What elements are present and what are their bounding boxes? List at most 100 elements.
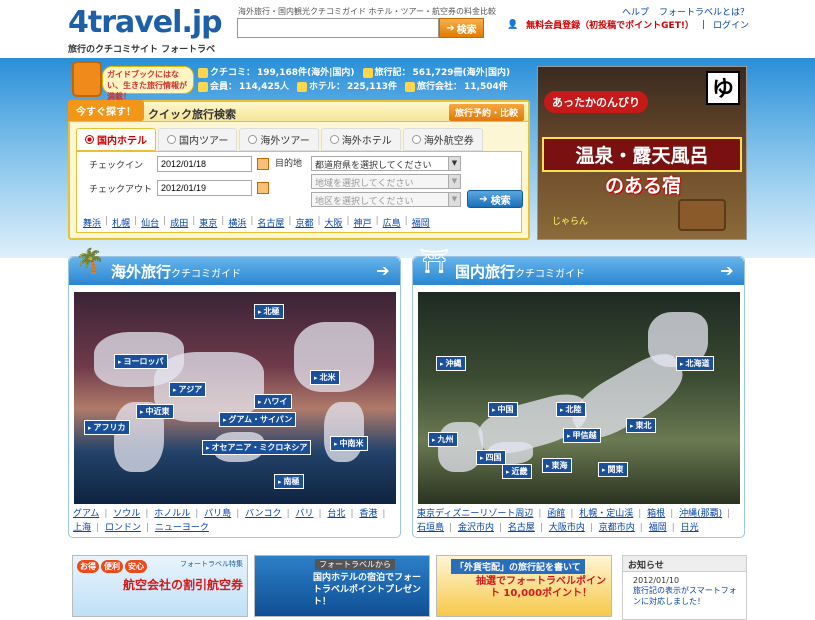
region-label-antarctica[interactable]: 南極: [274, 474, 304, 489]
stat-hotels[interactable]: ホテル： 225,113件: [297, 80, 397, 94]
search-type-tabs: 国内ホテル 国内ツアー 海外ツアー 海外ホテル 海外航空券: [70, 122, 528, 151]
news-item-link[interactable]: 旅行記の表示がスマートフォンに対応しました！: [623, 585, 746, 607]
destination-link[interactable]: 東京ディズニーリゾート周辺: [417, 509, 533, 519]
city-link[interactable]: 神戸: [354, 216, 372, 229]
destination-link[interactable]: 台北: [327, 509, 345, 519]
region-label-koshinetsu[interactable]: 甲信越: [563, 428, 601, 443]
overseas-guide-panel: 🌴 海外旅行クチコミガイド ➔ 北極 ヨーロッパ アジア 中近東 北米 ハワイ …: [68, 247, 401, 538]
city-link[interactable]: 成田: [170, 216, 188, 229]
city-link[interactable]: 広島: [383, 216, 401, 229]
calendar-icon[interactable]: [257, 158, 269, 170]
stat-agencies[interactable]: 旅行会社： 11,504件: [405, 80, 508, 94]
destination-link[interactable]: ソウル: [113, 509, 140, 519]
city-link[interactable]: 横浜: [228, 216, 246, 229]
destination-link[interactable]: 名古屋: [508, 523, 535, 533]
domestic-hotel-point-promo[interactable]: フォートラベルから 国内ホテルの宿泊でフォートラベルポイントプレゼント！: [254, 555, 430, 617]
region-label-shikoku[interactable]: 四国: [476, 450, 506, 465]
region-label-latin-america[interactable]: 中南米: [330, 436, 368, 451]
destination-link[interactable]: 函館: [547, 509, 565, 519]
travel-booking-button[interactable]: 旅行予約・比較: [448, 104, 524, 121]
destination-link[interactable]: 大阪市内: [549, 523, 585, 533]
city-link[interactable]: 大阪: [325, 216, 343, 229]
destination-link[interactable]: ニューヨーク: [155, 523, 209, 533]
airline-discount-promo[interactable]: お得 便利 安心 フォートラベル特集 航空会社の割引航空券: [72, 555, 248, 617]
search-button[interactable]: ➔ 検索: [439, 18, 484, 38]
destination-link[interactable]: 札幌・定山渓: [579, 509, 633, 519]
destination-link[interactable]: 金沢市内: [458, 523, 494, 533]
region-label-hokuriku[interactable]: 北陸: [556, 402, 586, 417]
quick-search-title: クイック旅行検索: [148, 108, 236, 121]
login-link[interactable]: ログイン: [713, 18, 749, 31]
destination-link[interactable]: 香港: [359, 509, 377, 519]
destination-link[interactable]: バンコク: [245, 509, 281, 519]
city-link[interactable]: 名古屋: [257, 216, 284, 229]
city-link[interactable]: 東京: [199, 216, 217, 229]
stat-members: 会員： 114,425人: [198, 80, 289, 94]
destination-link[interactable]: バリ: [295, 509, 313, 519]
about-link[interactable]: フォートラベルとは？: [659, 5, 749, 18]
region-label-europe[interactable]: ヨーロッパ: [114, 354, 168, 369]
destination-link[interactable]: パリ島: [204, 509, 231, 519]
tab-domestic-tour[interactable]: 国内ツアー: [158, 128, 238, 151]
destination-link[interactable]: 上海: [73, 523, 91, 533]
book-icon: [362, 68, 373, 78]
stat-travelogues[interactable]: 旅行記： 561,729冊(海外|国内): [362, 66, 510, 80]
region-label-arctic[interactable]: 北極: [254, 304, 284, 319]
district-select[interactable]: 地区を選択してください ▼: [311, 192, 461, 207]
city-link[interactable]: 札幌: [112, 216, 130, 229]
destination-link[interactable]: 日光: [681, 523, 699, 533]
region-label-kyushu[interactable]: 九州: [428, 432, 458, 447]
account-links: 👤 無料会員登録（初投稿でポイントGET!） | ログイン: [507, 18, 749, 32]
destination-link[interactable]: 石垣島: [417, 523, 444, 533]
help-link[interactable]: ヘルプ: [622, 5, 649, 18]
onsen-ad-banner[interactable]: ゆ あったかのんびり 温泉・露天風呂 のある宿 じゃらん: [537, 66, 747, 240]
region-label-tohoku[interactable]: 東北: [626, 418, 656, 433]
destination-link[interactable]: グアム: [73, 509, 99, 519]
city-link[interactable]: 舞浜: [83, 216, 101, 229]
destination-link[interactable]: 沖縄(那覇): [679, 509, 722, 519]
region-label-oceania[interactable]: オセアニア・ミクロネシア: [202, 440, 312, 455]
region-label-chugoku[interactable]: 中国: [488, 402, 518, 417]
area-select[interactable]: 地域を選択してください ▼: [311, 174, 461, 189]
region-label-north-america[interactable]: 北米: [310, 370, 340, 385]
city-link[interactable]: 福岡: [412, 216, 430, 229]
region-label-okinawa[interactable]: 沖縄: [436, 356, 466, 371]
domestic-guide-header[interactable]: ⛩ 国内旅行クチコミガイド ➔: [413, 247, 744, 285]
stat-reviews[interactable]: クチコミ： 199,168件(海外|国内): [198, 66, 355, 80]
calendar-icon[interactable]: [257, 182, 269, 194]
region-label-hawaii[interactable]: ハワイ: [254, 394, 292, 409]
region-label-kanto[interactable]: 関東: [598, 462, 628, 477]
destination-link[interactable]: 京都市内: [599, 523, 635, 533]
region-label-africa[interactable]: アフリカ: [84, 420, 130, 435]
register-link[interactable]: 無料会員登録（初投稿でポイントGET!）: [526, 18, 694, 31]
region-label-hokkaido[interactable]: 北海道: [676, 356, 714, 371]
city-link[interactable]: 京都: [295, 216, 313, 229]
site-logo[interactable]: 4travel.jp 旅行のクチコミサイト フォートラベル: [68, 6, 223, 69]
arrow-right-icon[interactable]: ➔: [374, 262, 392, 280]
checkin-input[interactable]: [157, 156, 252, 172]
tab-domestic-hotel[interactable]: 国内ホテル: [76, 128, 156, 151]
region-label-middle-east[interactable]: 中近東: [136, 404, 174, 419]
prefecture-select[interactable]: 都道府県を選択してください ▼: [311, 156, 461, 171]
region-label-guam-saipan[interactable]: グアム・サイパン: [219, 412, 297, 427]
city-link[interactable]: 仙台: [141, 216, 159, 229]
destination-link[interactable]: ホノルル: [154, 509, 190, 519]
destination-link[interactable]: 福岡: [649, 523, 667, 533]
hotel-search-button[interactable]: ➔ 検索: [467, 190, 523, 208]
tab-overseas-tour[interactable]: 海外ツアー: [239, 128, 319, 151]
header-tagline: 海外旅行・国内観光クチコミガイド ホテル・ツアー・航空券の料金比較: [238, 7, 497, 16]
destination-link[interactable]: ロンドン: [105, 523, 141, 533]
search-input[interactable]: [237, 18, 439, 38]
tab-overseas-hotel[interactable]: 海外ホテル: [320, 128, 401, 151]
overseas-guide-header[interactable]: 🌴 海外旅行クチコミガイド ➔: [69, 247, 400, 285]
region-label-kinki[interactable]: 近畿: [502, 464, 532, 479]
region-label-tokai[interactable]: 東海: [542, 458, 572, 473]
destination-link[interactable]: 箱根: [647, 509, 665, 519]
checkout-input[interactable]: [157, 180, 252, 196]
news-heading: お知らせ: [623, 556, 746, 572]
region-label-asia[interactable]: アジア: [169, 382, 207, 397]
arrow-right-icon[interactable]: ➔: [718, 262, 736, 280]
wooden-tub-icon: [678, 199, 726, 231]
tab-overseas-flight[interactable]: 海外航空券: [402, 128, 483, 151]
travelogue-point-promo[interactable]: 「外貨宅配」の旅行記を書いて 抽選でフォートラベルポイント 10,000ポイント…: [436, 555, 612, 617]
